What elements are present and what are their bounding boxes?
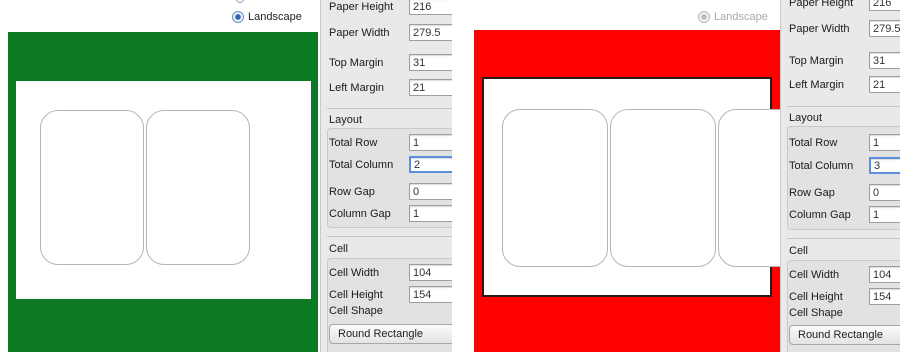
top-margin-input[interactable] <box>869 52 900 69</box>
left-margin-input[interactable] <box>869 76 900 93</box>
paper-height-input[interactable] <box>409 0 452 15</box>
cell-width-label: Cell Width <box>789 268 840 281</box>
column-gap-row: Column Gap <box>789 206 900 223</box>
top-margin-input[interactable] <box>409 54 452 71</box>
orientation-strip: Landscape <box>462 0 778 32</box>
section-divider <box>327 236 452 237</box>
settings-sidebar: Paper Height Paper Width Top Margin Left… <box>320 0 452 352</box>
paper-preview <box>482 77 824 297</box>
cell-width-row: Cell Width <box>329 264 452 281</box>
cell-shape-label: Cell Shape <box>789 307 843 319</box>
row-gap-input[interactable] <box>409 183 452 200</box>
left-screenshot-panel: Landscape Paper Height Paper Width Top M… <box>0 0 452 352</box>
paper-height-input[interactable] <box>869 0 900 11</box>
preview-canvas <box>8 32 318 352</box>
paper-width-input[interactable] <box>409 24 452 41</box>
settings-sidebar: Paper Height Paper Width Top Margin Left… <box>780 0 900 352</box>
section-divider <box>787 238 900 239</box>
cell-height-row: Cell Height <box>329 286 452 303</box>
total-row-label: Total Row <box>329 136 378 149</box>
total-row-label: Total Row <box>789 136 838 149</box>
left-margin-row: Left Margin <box>789 76 900 93</box>
paper-height-row: Paper Height <box>329 0 452 15</box>
cell-shape-row: Cell Shape <box>789 307 869 319</box>
cell-shape-dropdown[interactable]: Round Rectangle <box>789 325 900 345</box>
row-gap-input[interactable] <box>869 184 900 201</box>
orientation-strip: Landscape <box>0 0 320 32</box>
cell-shape-row: Cell Shape <box>329 305 409 317</box>
total-column-label: Total Column <box>789 159 854 172</box>
paper-width-label: Paper Width <box>329 26 390 39</box>
landscape-radio[interactable] <box>232 11 244 23</box>
top-margin-row: Top Margin <box>789 52 900 69</box>
cell-shape-dropdown[interactable]: Round Rectangle <box>329 324 452 344</box>
cell-height-row: Cell Height <box>789 288 900 305</box>
paper-height-row: Paper Height <box>789 0 900 11</box>
landscape-label: Landscape <box>248 11 302 23</box>
cell-preview <box>610 109 716 267</box>
cell-width-label: Cell Width <box>329 266 380 279</box>
cell-height-input[interactable] <box>869 288 900 305</box>
cell-shape-label: Cell Shape <box>329 305 383 317</box>
section-divider <box>787 106 900 107</box>
row-gap-label: Row Gap <box>789 186 835 199</box>
column-gap-input[interactable] <box>869 206 900 223</box>
total-column-input[interactable] <box>869 157 900 174</box>
cell-width-row: Cell Width <box>789 266 900 283</box>
row-gap-row: Row Gap <box>789 184 900 201</box>
landscape-radio[interactable] <box>698 11 710 23</box>
cell-width-input[interactable] <box>869 266 900 283</box>
cell-height-label: Cell Height <box>789 290 843 303</box>
cell-height-label: Cell Height <box>329 288 383 301</box>
total-column-input[interactable] <box>409 156 452 173</box>
cell-width-input[interactable] <box>409 264 452 281</box>
total-row-row: Total Row <box>329 134 452 151</box>
cell-height-input[interactable] <box>409 286 452 303</box>
cell-section-title: Cell <box>329 243 348 255</box>
right-screenshot-panel: Landscape Paper Height Paper Width Top M… <box>462 0 900 352</box>
cell-preview <box>146 110 250 265</box>
paper-width-row: Paper Width <box>789 20 900 37</box>
section-divider <box>327 108 452 109</box>
preview-canvas <box>474 30 824 352</box>
layout-section-title: Layout <box>789 112 823 124</box>
left-margin-input[interactable] <box>409 79 452 96</box>
row-gap-row: Row Gap <box>329 183 452 200</box>
total-column-row: Total Column <box>789 157 900 174</box>
landscape-option[interactable]: Landscape <box>232 11 302 23</box>
top-margin-label: Top Margin <box>789 54 844 67</box>
cell-preview <box>502 109 608 267</box>
layout-section-title: Layout <box>329 114 363 126</box>
landscape-label: Landscape <box>714 11 768 23</box>
total-column-row: Total Column <box>329 156 452 173</box>
column-gap-label: Column Gap <box>789 208 851 221</box>
top-margin-row: Top Margin <box>329 54 452 71</box>
left-margin-label: Left Margin <box>329 81 385 94</box>
portrait-radio-partial[interactable] <box>236 0 244 3</box>
paper-width-row: Paper Width <box>329 24 452 41</box>
paper-width-input[interactable] <box>869 20 900 37</box>
total-row-input[interactable] <box>409 134 452 151</box>
cell-section-title: Cell <box>789 245 808 257</box>
column-gap-row: Column Gap <box>329 205 452 222</box>
paper-width-label: Paper Width <box>789 22 850 35</box>
total-row-row: Total Row <box>789 134 900 151</box>
paper-height-label: Paper Height <box>329 0 394 13</box>
total-row-input[interactable] <box>869 134 900 151</box>
left-margin-label: Left Margin <box>789 78 845 91</box>
cell-preview <box>40 110 144 265</box>
top-margin-label: Top Margin <box>329 56 384 69</box>
column-gap-input[interactable] <box>409 205 452 222</box>
left-margin-row: Left Margin <box>329 79 452 96</box>
landscape-option[interactable]: Landscape <box>698 11 768 23</box>
column-gap-label: Column Gap <box>329 207 391 220</box>
row-gap-label: Row Gap <box>329 185 375 198</box>
paper-preview <box>16 81 311 299</box>
paper-height-label: Paper Height <box>789 0 854 9</box>
total-column-label: Total Column <box>329 158 394 171</box>
